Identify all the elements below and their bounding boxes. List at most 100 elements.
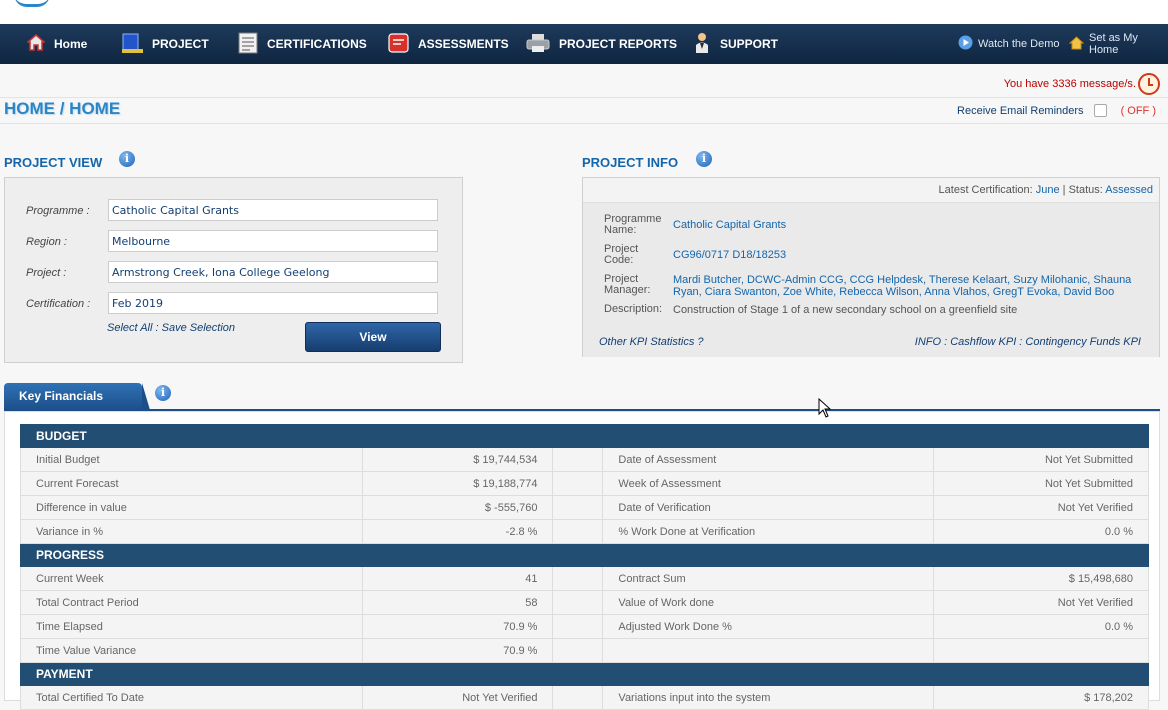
spacer-cell bbox=[552, 638, 604, 663]
project-folder-icon bbox=[121, 32, 143, 57]
metric-label: Date of Assessment bbox=[602, 447, 935, 472]
metric-value bbox=[933, 638, 1149, 663]
alarm-clock-icon[interactable] bbox=[1138, 73, 1160, 95]
divider bbox=[0, 123, 1168, 124]
project-view-panel: Programme : Catholic Capital Grants Regi… bbox=[4, 177, 463, 363]
metric-label: Adjusted Work Done % bbox=[602, 614, 935, 639]
metric-value: $ 19,744,534 bbox=[361, 447, 554, 472]
set-home-link[interactable]: Set as My Home bbox=[1068, 24, 1168, 64]
status-label: Status: bbox=[1068, 184, 1103, 196]
assessment-icon bbox=[388, 32, 409, 56]
metric-value: 58 bbox=[361, 590, 554, 615]
nav-assessments[interactable]: ASSESSMENTS bbox=[388, 24, 509, 64]
key-financials-panel: BUDGET Initial Budget $ 19,744,534 Date of … bbox=[4, 411, 1160, 710]
metric-value: Not Yet Verified bbox=[361, 685, 554, 710]
project-manager-value[interactable]: Mardi Butcher, DCWC-Admin CCG, CCG Helpd… bbox=[673, 274, 1131, 298]
view-button[interactable]: View bbox=[305, 322, 441, 352]
metric-label: Week of Assessment bbox=[602, 471, 935, 496]
contingency-kpi-link[interactable]: Contingency Funds KPI bbox=[1025, 336, 1141, 348]
metric-label: Current Week bbox=[20, 566, 363, 591]
table-row: Current Week 41 Contract Sum $ 15,498,680 bbox=[20, 566, 1149, 591]
nav-project[interactable]: PROJECT bbox=[121, 24, 209, 64]
metric-label: Total Contract Period bbox=[20, 590, 363, 615]
metric-value: $ -555,760 bbox=[361, 495, 554, 520]
table-row: Time Elapsed 70.9 % Adjusted Work Done % 0.… bbox=[20, 614, 1149, 639]
metric-label: Variations input into the system bbox=[602, 685, 935, 710]
status-link[interactable]: Assessed bbox=[1105, 184, 1153, 196]
table-row: Total Certified To Date Not Yet Verified V… bbox=[20, 685, 1149, 710]
breadcrumb: HOME / HOME bbox=[4, 99, 121, 118]
metric-value: 0.0 % bbox=[933, 519, 1149, 544]
nav-support[interactable]: SUPPORT bbox=[693, 24, 778, 64]
metric-value: Not Yet Verified bbox=[933, 495, 1149, 520]
metric-value: $ 19,188,774 bbox=[361, 471, 554, 496]
table-row: Total Contract Period 58 Value of Work don… bbox=[20, 590, 1149, 615]
email-reminders-state: ( OFF ) bbox=[1120, 104, 1156, 117]
nav-certifications[interactable]: CERTIFICATIONS bbox=[238, 24, 367, 64]
home-small-icon bbox=[1068, 35, 1085, 53]
metric-label: Value of Work done bbox=[602, 590, 935, 615]
nav-home[interactable]: Home bbox=[26, 24, 87, 64]
project-info-title: PROJECT INFO bbox=[582, 155, 679, 170]
metric-value: Not Yet Submitted bbox=[933, 471, 1149, 496]
watch-demo-label: Watch the Demo bbox=[978, 38, 1060, 50]
metric-value: Not Yet Verified bbox=[933, 590, 1149, 615]
section-header: PROGRESS bbox=[20, 543, 1149, 567]
metric-value: $ 15,498,680 bbox=[933, 566, 1149, 591]
project-info-info-icon[interactable]: i bbox=[696, 151, 712, 167]
save-selection-link[interactable]: Save Selection bbox=[162, 322, 235, 334]
project-code-label: Project Code: bbox=[604, 243, 639, 266]
nav-project-label: PROJECT bbox=[152, 37, 209, 51]
info-prefix: INFO : bbox=[914, 336, 951, 348]
project-info-details: Programme Name: Catholic Capital Grants P… bbox=[583, 202, 1159, 357]
metric-label: % Work Done at Verification bbox=[602, 519, 935, 544]
play-icon bbox=[958, 35, 973, 53]
metric-label: Total Certified To Date bbox=[20, 685, 363, 710]
programme-name-label: Programme Name: bbox=[604, 213, 662, 236]
metric-label bbox=[602, 638, 935, 663]
status-separator: | bbox=[1062, 184, 1066, 196]
description-label: Description: bbox=[604, 303, 663, 315]
metric-value: 70.9 % bbox=[361, 614, 554, 639]
cashflow-kpi-link[interactable]: Cashflow KPI bbox=[950, 336, 1016, 348]
other-kpi-link[interactable]: Other KPI Statistics ? bbox=[599, 336, 704, 348]
watch-demo-link[interactable]: Watch the Demo bbox=[958, 24, 1060, 64]
metric-value: $ 178,202 bbox=[933, 685, 1149, 710]
metric-label: Date of Verification bbox=[602, 495, 935, 520]
section-header-row: PAYMENT bbox=[20, 662, 1149, 686]
logo-fragment bbox=[14, 0, 50, 7]
top-strip bbox=[0, 0, 1168, 25]
table-row: Difference in value $ -555,760 Date of Ver… bbox=[20, 495, 1149, 520]
email-reminders-checkbox[interactable] bbox=[1093, 104, 1107, 117]
project-code-value[interactable]: CG96/0717 D18/18253 bbox=[673, 249, 786, 261]
certification-field[interactable]: Feb 2019 bbox=[108, 292, 438, 314]
description-value: Construction of Stage 1 of a new seconda… bbox=[673, 304, 1018, 316]
printer-icon bbox=[526, 33, 550, 56]
section-header: BUDGET bbox=[20, 424, 1149, 448]
project-view-info-icon[interactable]: i bbox=[119, 151, 135, 167]
metric-label: Contract Sum bbox=[602, 566, 935, 591]
programme-field[interactable]: Catholic Capital Grants bbox=[108, 199, 438, 221]
metric-label: Difference in value bbox=[20, 495, 363, 520]
spacer-cell bbox=[552, 566, 604, 591]
select-all-link[interactable]: Select All bbox=[107, 322, 152, 334]
key-financials-info-icon[interactable]: i bbox=[155, 385, 171, 401]
message-count[interactable]: You have 3336 message/s. bbox=[1004, 78, 1136, 90]
email-reminders: Receive Email Reminders ( OFF ) bbox=[957, 104, 1156, 117]
document-icon bbox=[238, 32, 258, 57]
metric-value: Not Yet Submitted bbox=[933, 447, 1149, 472]
nav-project-reports[interactable]: PROJECT REPORTS bbox=[526, 24, 677, 64]
project-label: Project : bbox=[26, 267, 67, 279]
project-info-panel: Latest Certification: June | Status: Ass… bbox=[582, 177, 1160, 357]
latest-certification-link[interactable]: June bbox=[1036, 184, 1060, 196]
spacer-cell bbox=[552, 447, 604, 472]
project-manager-label: Project Manager: bbox=[604, 273, 651, 296]
table-row: Variance in % -2.8 % % Work Done at Verifi… bbox=[20, 519, 1149, 544]
tab-key-financials[interactable]: Key Financials bbox=[4, 383, 150, 410]
spacer-cell bbox=[552, 590, 604, 615]
programme-name-value[interactable]: Catholic Capital Grants bbox=[673, 219, 786, 231]
region-field[interactable]: Melbourne bbox=[108, 230, 438, 252]
project-field[interactable]: Armstrong Creek, Iona College Geelong bbox=[108, 261, 438, 283]
section-header-row: PROGRESS bbox=[20, 543, 1149, 567]
spacer-cell bbox=[552, 519, 604, 544]
